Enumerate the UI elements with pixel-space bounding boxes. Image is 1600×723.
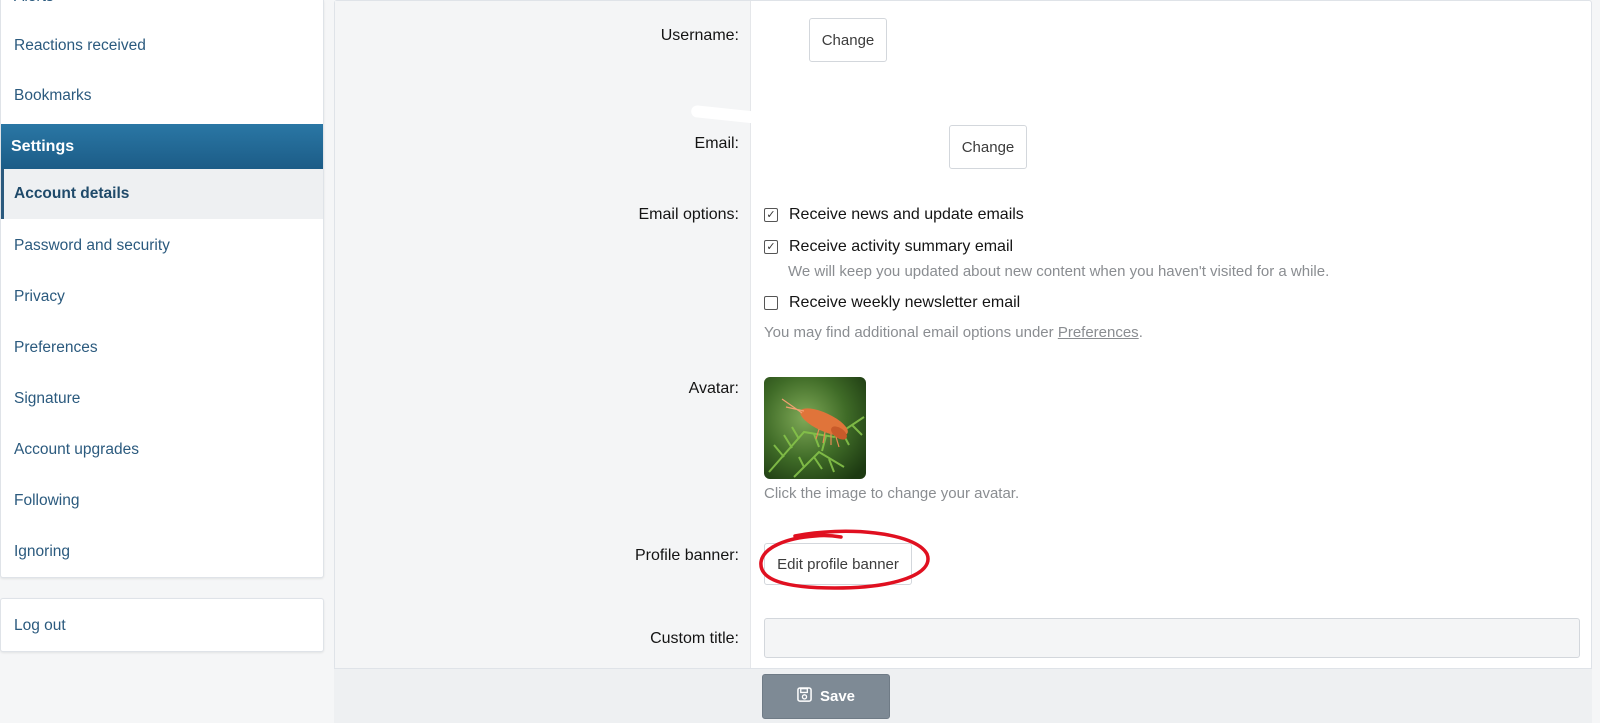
form-submit-bar (334, 668, 1592, 723)
sidebar-item-reactions-received[interactable]: Reactions received (1, 21, 323, 71)
news-updates-label: Receive news and update emails (789, 206, 1024, 223)
sidebar-item-signature[interactable]: Signature (1, 374, 323, 424)
activity-summary-hint: We will keep you updated about new conte… (788, 263, 1330, 280)
sidebar-item-following[interactable]: Following (1, 476, 323, 526)
weekly-newsletter-checkbox[interactable] (764, 296, 778, 310)
email-options-footer-suffix: . (1138, 324, 1143, 341)
weekly-newsletter-option[interactable]: Receive weekly newsletter email (764, 294, 1020, 312)
check-icon: ✓ (766, 208, 776, 221)
sidebar-item-account-details[interactable]: Account details (1, 169, 323, 219)
change-username-button[interactable]: Change (809, 18, 887, 62)
news-updates-checkbox[interactable]: ✓ (764, 208, 778, 222)
weekly-newsletter-label: Receive weekly newsletter email (789, 294, 1021, 311)
check-icon: ✓ (766, 240, 776, 253)
preferences-link[interactable]: Preferences (1058, 324, 1139, 341)
sidebar-item-alerts[interactable]: Alerts (1, 0, 323, 12)
email-options-footer-prefix: You may find additional email options un… (764, 324, 1058, 341)
profile-banner-label: Profile banner: (634, 547, 739, 564)
logout-link[interactable]: Log out (1, 601, 323, 651)
username-label: Username: (660, 27, 739, 44)
email-label: Email: (694, 135, 739, 152)
floppy-disk-icon (797, 687, 812, 706)
sidebar-item-preferences[interactable]: Preferences (1, 323, 323, 373)
save-label: Save (819, 688, 856, 705)
logout-block: Log out (0, 598, 324, 652)
custom-title-label: Custom title: (650, 630, 739, 647)
account-sidebar: Alerts Reactions received Bookmarks Sett… (0, 0, 324, 578)
sidebar-item-privacy[interactable]: Privacy (1, 272, 323, 322)
sidebar-item-password-security[interactable]: Password and security (1, 221, 323, 271)
avatar-hint: Click the image to change your avatar. (764, 485, 1020, 502)
email-options-footer: You may find additional email options un… (764, 324, 1143, 341)
avatar-label: Avatar: (688, 380, 739, 397)
edit-profile-banner-button[interactable]: Edit profile banner (764, 543, 912, 585)
sidebar-section-settings: Settings (1, 124, 323, 169)
form-label-column (335, 1, 751, 669)
activity-summary-label: Receive activity summary email (789, 238, 1014, 255)
sidebar-item-bookmarks[interactable]: Bookmarks (1, 71, 323, 121)
activity-summary-option[interactable]: ✓ Receive activity summary email (764, 238, 1013, 256)
change-email-button[interactable]: Change (949, 125, 1027, 169)
sidebar-item-ignoring[interactable]: Ignoring (1, 527, 323, 577)
account-details-form: Username: Change Email: Change Email opt… (334, 0, 1592, 670)
avatar-shrimp-photo (764, 377, 866, 479)
custom-title-input[interactable] (764, 618, 1580, 658)
save-button[interactable]: Save (762, 674, 890, 719)
activity-summary-checkbox[interactable]: ✓ (764, 240, 778, 254)
email-options-label: Email options: (638, 206, 740, 223)
news-updates-option[interactable]: ✓ Receive news and update emails (764, 206, 1024, 224)
avatar-image[interactable] (764, 377, 866, 479)
sidebar-item-account-upgrades[interactable]: Account upgrades (1, 425, 323, 475)
